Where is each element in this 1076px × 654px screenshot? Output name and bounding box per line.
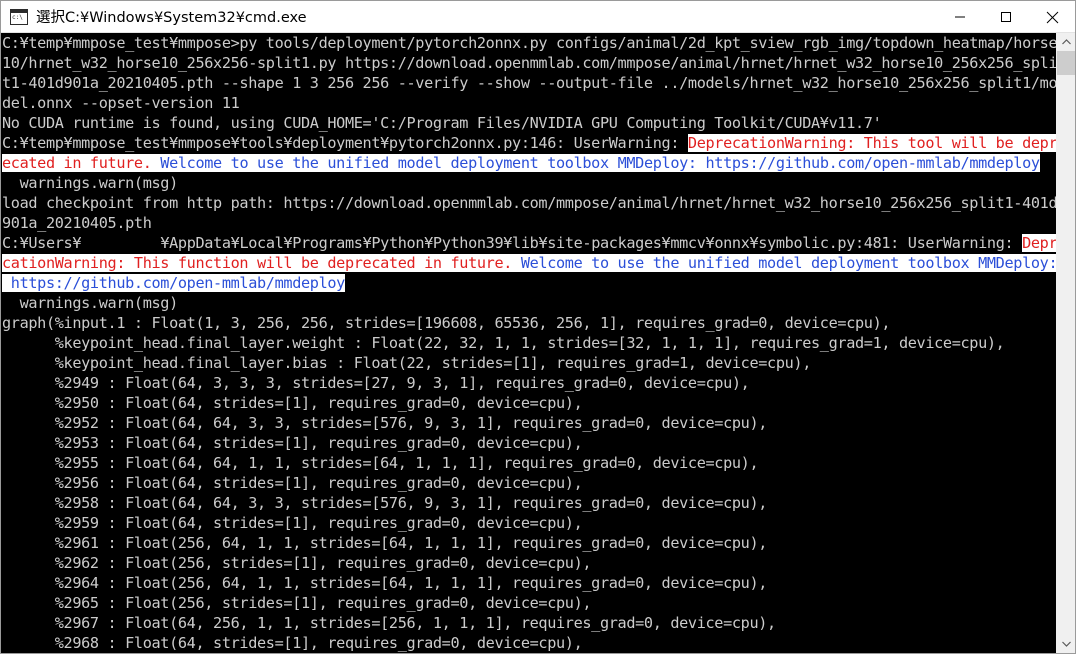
text-run: C:¥Users¥	[2, 234, 82, 252]
console-line: %2961 : Float(256, 64, 1, 1, strides=[64…	[1, 533, 1056, 553]
maximize-button[interactable]	[983, 1, 1029, 33]
console-area: C:¥temp¥mmpose_test¥mmpose>py tools/depl…	[1, 33, 1075, 653]
text-run: t1-401d901a_20210405.pth --shape 1 3 256…	[2, 74, 1056, 92]
window-controls	[937, 1, 1075, 33]
scroll-up-icon[interactable]	[1057, 33, 1075, 51]
console-line: https://github.com/open-mmlab/mmdeploy	[1, 273, 1056, 293]
text-run: 10/hrnet_w32_horse10_256x256-split1.py h…	[2, 54, 1056, 72]
console-line: %2965 : Float(256, strides=[1], requires…	[1, 593, 1056, 613]
text-run: 901a_20210405.pth	[2, 214, 152, 232]
console-line: warnings.warn(msg)	[1, 293, 1056, 313]
console-line: %2958 : Float(64, 64, 3, 3, strides=[576…	[1, 493, 1056, 513]
scrollbar-track[interactable]	[1057, 51, 1075, 635]
text-run: ¥AppData¥Local¥Programs¥Python¥Python39¥…	[160, 234, 1023, 252]
console-line: %2952 : Float(64, 64, 3, 3, strides=[576…	[1, 413, 1056, 433]
console-line: %2950 : Float(64, strides=[1], requires_…	[1, 393, 1056, 413]
console-line: %2967 : Float(64, 256, 1, 1, strides=[25…	[1, 613, 1056, 633]
selected-text-run: cationWarning: This function will be dep…	[2, 254, 521, 272]
text-run: warnings.warn(msg)	[2, 174, 179, 192]
text-run: %2952 : Float(64, 64, 3, 3, strides=[576…	[2, 414, 768, 432]
console-line: t1-401d901a_20210405.pth --shape 1 3 256…	[1, 73, 1056, 93]
selected-text-run: Welcome to use the unified model deploym…	[520, 254, 1056, 272]
scroll-down-icon[interactable]	[1057, 635, 1075, 653]
console-line: del.onnx --opset-version 11	[1, 93, 1056, 113]
console-line: %keypoint_head.final_layer.bias : Float(…	[1, 353, 1056, 373]
text-run: C:¥temp¥mmpose_test¥mmpose>py tools/depl…	[2, 34, 1056, 52]
text-run: %2956 : Float(64, strides=[1], requires_…	[2, 474, 583, 492]
console-line: 901a_20210405.pth	[1, 213, 1056, 233]
text-run: %keypoint_head.final_layer.weight : Floa…	[2, 334, 1005, 352]
text-run: %2950 : Float(64, strides=[1], requires_…	[2, 394, 583, 412]
text-run: warnings.warn(msg)	[2, 294, 179, 312]
redacted-username	[81, 234, 161, 252]
cmd-icon	[10, 8, 28, 25]
console-line: %2959 : Float(64, strides=[1], requires_…	[1, 513, 1056, 533]
text-run: %2949 : Float(64, 3, 3, 3, strides=[27, …	[2, 374, 750, 392]
selected-text-run: ecated in future.	[2, 154, 161, 172]
console-line: 10/hrnet_w32_horse10_256x256-split1.py h…	[1, 53, 1056, 73]
text-run: %2968 : Float(64, strides=[1], requires_…	[2, 634, 583, 652]
text-run: C:¥temp¥mmpose_test¥mmpose¥tools¥deploym…	[2, 134, 688, 152]
text-run: %2958 : Float(64, 64, 3, 3, strides=[576…	[2, 494, 768, 512]
console-line: %2949 : Float(64, 3, 3, 3, strides=[27, …	[1, 373, 1056, 393]
console-line: %2955 : Float(64, 64, 1, 1, strides=[64,…	[1, 453, 1056, 473]
scrollbar-thumb[interactable]	[1057, 51, 1075, 75]
text-run: %2962 : Float(256, strides=[1], requires…	[2, 554, 592, 572]
console-line: No CUDA runtime is found, using CUDA_HOM…	[1, 113, 1056, 133]
console-line: C:¥Users¥ ¥AppData¥Local¥Programs¥Python…	[1, 233, 1056, 253]
console-line: %2964 : Float(256, 64, 1, 1, strides=[64…	[1, 573, 1056, 593]
console-output[interactable]: C:¥temp¥mmpose_test¥mmpose>py tools/depl…	[1, 33, 1056, 653]
console-line: %2953 : Float(64, strides=[1], requires_…	[1, 433, 1056, 453]
text-run: load checkpoint from http path: https://…	[2, 194, 1056, 212]
text-run: %2965 : Float(256, strides=[1], requires…	[2, 594, 592, 612]
console-line: warnings.warn(msg)	[1, 173, 1056, 193]
console-line: graph(%input.1 : Float(1, 3, 256, 256, s…	[1, 313, 1056, 333]
selected-text-run: DeprecationWarning: This tool will be de…	[687, 134, 1056, 152]
console-line: cationWarning: This function will be dep…	[1, 253, 1056, 273]
text-run: %keypoint_head.final_layer.bias : Float(…	[2, 354, 812, 372]
text-run: %2959 : Float(64, strides=[1], requires_…	[2, 514, 583, 532]
console-line: %2968 : Float(64, strides=[1], requires_…	[1, 633, 1056, 653]
selected-text-run: Depre	[1022, 234, 1056, 252]
console-line: ecated in future. Welcome to use the uni…	[1, 153, 1056, 173]
text-run: del.onnx --opset-version 11	[2, 94, 240, 112]
window-title: 選択C:¥Windows¥System32¥cmd.exe	[36, 10, 307, 26]
text-run: %2955 : Float(64, 64, 1, 1, strides=[64,…	[2, 454, 759, 472]
console-line: C:¥temp¥mmpose_test¥mmpose>py tools/depl…	[1, 33, 1056, 53]
console-line: %2962 : Float(256, strides=[1], requires…	[1, 553, 1056, 573]
cmd-window: 選択C:¥Windows¥System32¥cmd.exe C:¥tem	[0, 0, 1076, 654]
console-line: C:¥temp¥mmpose_test¥mmpose¥tools¥deploym…	[1, 133, 1056, 153]
text-run: %2961 : Float(256, 64, 1, 1, strides=[64…	[2, 534, 768, 552]
text-run: %2967 : Float(64, 256, 1, 1, strides=[25…	[2, 614, 776, 632]
selected-text-run: Welcome to use the unified model deploym…	[160, 154, 1040, 172]
close-button[interactable]	[1029, 1, 1075, 33]
text-run: %2964 : Float(256, 64, 1, 1, strides=[64…	[2, 574, 768, 592]
console-line: %2956 : Float(64, strides=[1], requires_…	[1, 473, 1056, 493]
minimize-button[interactable]	[937, 1, 983, 33]
vertical-scrollbar[interactable]	[1056, 33, 1075, 653]
console-line: %keypoint_head.final_layer.weight : Floa…	[1, 333, 1056, 353]
text-run: graph(%input.1 : Float(1, 3, 256, 256, s…	[2, 314, 891, 332]
text-run: No CUDA runtime is found, using CUDA_HOM…	[2, 114, 882, 132]
console-line: load checkpoint from http path: https://…	[1, 193, 1056, 213]
selected-text-run: https://github.com/open-mmlab/mmdeploy	[2, 274, 345, 292]
text-run: %2953 : Float(64, strides=[1], requires_…	[2, 434, 583, 452]
title-bar[interactable]: 選択C:¥Windows¥System32¥cmd.exe	[1, 1, 1075, 33]
